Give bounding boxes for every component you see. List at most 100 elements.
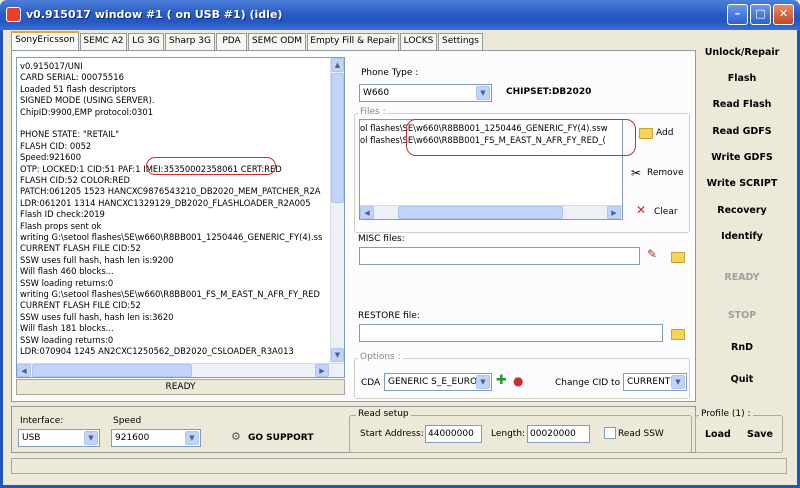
log-line: SSW loading returns:0 bbox=[20, 334, 114, 345]
tab-settings[interactable]: Settings bbox=[438, 33, 483, 50]
log-line: CURRENT FLASH FILE CID:52 bbox=[20, 300, 141, 311]
log-line: writing G:\setool flashes\SE\w660\R8BB00… bbox=[20, 232, 323, 242]
log-line: Will flash 181 blocks... bbox=[20, 323, 114, 334]
add-icon[interactable]: ✚ bbox=[496, 373, 507, 388]
hscroll-thumb[interactable] bbox=[398, 206, 563, 219]
pen-icon[interactable]: ✎ bbox=[647, 247, 657, 261]
log-line: SSW loading returns:0 bbox=[20, 277, 114, 288]
log-output[interactable]: v0.915017/UNI CARD SERIAL: 00075516 Loaded… bbox=[16, 57, 345, 378]
interface-value: USB bbox=[22, 433, 41, 443]
files-horizontal-scrollbar[interactable]: ◀ ▶ bbox=[360, 205, 622, 219]
misc-files-input[interactable] bbox=[359, 247, 640, 265]
tab-pda[interactable]: PDA bbox=[216, 33, 247, 50]
log-horizontal-scrollbar[interactable]: ◀ ▶ bbox=[17, 363, 344, 377]
log-line: Speed:921600 bbox=[20, 152, 82, 163]
chevron-down-icon[interactable]: ▼ bbox=[84, 431, 98, 445]
go-support-button[interactable]: GO SUPPORT bbox=[248, 433, 313, 443]
recovery-button[interactable]: Recovery bbox=[697, 205, 787, 216]
log-vertical-scrollbar[interactable]: ▲ ▼ bbox=[330, 58, 344, 363]
log-line: Loaded 51 flash descriptors bbox=[20, 83, 137, 94]
scroll-thumb[interactable] bbox=[331, 73, 344, 203]
speed-label: Speed bbox=[113, 416, 142, 426]
read-ssw-label: Read SSW bbox=[618, 429, 664, 439]
stop-button[interactable]: STOP bbox=[697, 310, 787, 321]
log-line: FLASH CID:52 COLOR:RED bbox=[20, 175, 130, 185]
rnd-button[interactable]: RnD bbox=[697, 342, 787, 353]
log-line: SSW uses full hash, hash len is:3620 bbox=[20, 311, 174, 322]
read-flash-button[interactable]: Read Flash bbox=[697, 99, 787, 110]
scroll-down-button[interactable]: ▼ bbox=[331, 348, 344, 362]
interface-select[interactable]: USB ▼ bbox=[18, 429, 100, 447]
clear-button[interactable]: Clear bbox=[654, 207, 678, 217]
restore-file-input[interactable] bbox=[359, 324, 663, 342]
read-gdfs-button[interactable]: Read GDFS bbox=[697, 126, 787, 137]
write-gdfs-button[interactable]: Write GDFS bbox=[697, 152, 787, 163]
folder-icon[interactable] bbox=[671, 252, 685, 263]
log-line: FLASH CID: 0052 bbox=[20, 140, 92, 151]
cda-select[interactable]: GENERIC S_E_EURO ▼ bbox=[384, 373, 492, 391]
quit-button[interactable]: Quit bbox=[697, 374, 787, 385]
start-address-input[interactable]: 44000000 bbox=[425, 425, 482, 443]
tab-semc-odm[interactable]: SEMC ODM bbox=[248, 33, 306, 50]
restore-file-label: RESTORE file: bbox=[358, 311, 420, 321]
cda-label: CDA bbox=[361, 378, 381, 388]
add-button[interactable]: Add bbox=[656, 128, 673, 138]
tab-empty-fill-repair[interactable]: Empty Fill & Repair bbox=[307, 33, 399, 50]
change-cid-value: CURRENT bbox=[627, 377, 671, 387]
change-cid-select[interactable]: CURRENT ▼ bbox=[623, 373, 687, 391]
scroll-left-button[interactable]: ◀ bbox=[17, 364, 31, 377]
imei-highlight bbox=[146, 157, 276, 175]
read-ssw-checkbox[interactable] bbox=[604, 427, 616, 439]
tab-semc-a2[interactable]: SEMC A2 bbox=[80, 33, 127, 50]
log-line: Will flash 460 blocks... bbox=[20, 266, 114, 277]
log-status: READY bbox=[16, 379, 345, 395]
scroll-right-button[interactable]: ▶ bbox=[315, 364, 329, 377]
tab-sonyericsson[interactable]: SonyEricsson bbox=[11, 31, 79, 51]
length-input[interactable]: 00020000 bbox=[527, 425, 590, 443]
minimize-button[interactable]: – bbox=[727, 4, 748, 25]
profile-title: Profile (1) : bbox=[699, 409, 753, 419]
log-line: writing G:\setool flashes\SE\w660\R8BB00… bbox=[20, 289, 320, 299]
app-icon bbox=[6, 7, 21, 22]
flash-button[interactable]: Flash bbox=[697, 73, 787, 84]
chevron-down-icon[interactable]: ▼ bbox=[476, 86, 490, 100]
log-line: SIGNED MODE (USING SERVER). bbox=[20, 95, 155, 106]
chevron-down-icon[interactable]: ▼ bbox=[671, 375, 685, 389]
tab-lg-3g[interactable]: LG 3G bbox=[128, 33, 164, 50]
log-line: PHONE STATE: "RETAIL" bbox=[20, 129, 120, 140]
save-button[interactable]: Save bbox=[747, 429, 773, 440]
status-bar bbox=[11, 458, 787, 474]
log-line: ChipID:9900,EMP protocol:0301 bbox=[20, 106, 154, 117]
files-label: Files : bbox=[358, 107, 388, 117]
delete-icon[interactable]: ● bbox=[513, 374, 523, 388]
files-highlight bbox=[406, 119, 636, 156]
identify-button[interactable]: Identify bbox=[697, 231, 787, 242]
interface-label: Interface: bbox=[20, 416, 64, 426]
close-button[interactable]: ✕ bbox=[773, 4, 794, 25]
load-button[interactable]: Load bbox=[705, 429, 731, 440]
cda-value: GENERIC S_E_EURO bbox=[388, 377, 478, 387]
log-line: CURRENT FLASH FILE CID:52 bbox=[20, 243, 141, 254]
change-cid-label: Change CID to bbox=[555, 378, 621, 388]
chevron-down-icon[interactable]: ▼ bbox=[476, 375, 490, 389]
write-script-button[interactable]: Write SCRIPT bbox=[697, 178, 787, 189]
log-line: SSW uses full hash, hash len is:9200 bbox=[20, 254, 174, 265]
options-label: Options : bbox=[358, 352, 403, 362]
remove-button[interactable]: Remove bbox=[647, 168, 684, 178]
tab-locks[interactable]: LOCKS bbox=[400, 33, 437, 50]
maximize-button[interactable]: □ bbox=[750, 4, 771, 25]
chevron-down-icon[interactable]: ▼ bbox=[185, 431, 199, 445]
scroll-up-button[interactable]: ▲ bbox=[331, 58, 344, 72]
read-setup-title: Read setup bbox=[356, 409, 411, 419]
scroll-left-button[interactable]: ◀ bbox=[360, 206, 374, 219]
speed-select[interactable]: 921600 ▼ bbox=[111, 429, 201, 447]
scroll-right-button[interactable]: ▶ bbox=[607, 206, 621, 219]
unlock-repair-button[interactable]: Unlock/Repair bbox=[697, 47, 787, 58]
window-title: v0.915017 window #1 ( on USB #1) (idle) bbox=[26, 8, 283, 21]
chipset-label: CHIPSET:DB2020 bbox=[506, 87, 592, 97]
log-line: LDR:061201 1314 HANCXC1329129_DB2020_FLA… bbox=[20, 197, 311, 208]
phone-type-select[interactable]: W660 ▼ bbox=[359, 84, 492, 102]
tab-sharp-3g[interactable]: Sharp 3G bbox=[165, 33, 215, 50]
folder-icon[interactable] bbox=[671, 329, 685, 340]
hscroll-thumb[interactable] bbox=[32, 364, 192, 377]
